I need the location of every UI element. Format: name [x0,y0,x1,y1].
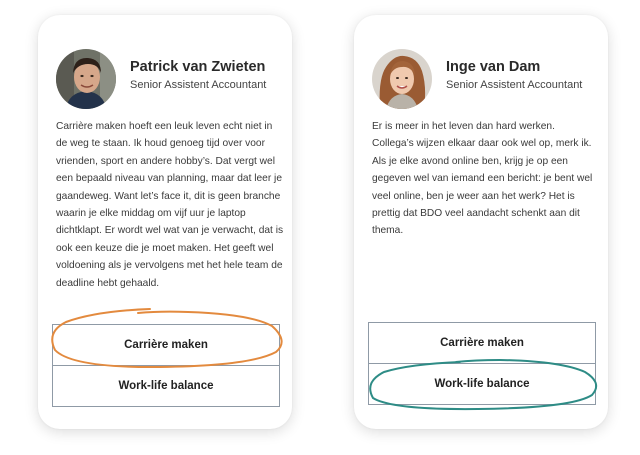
option-carriere-maken[interactable]: Carrière maken [369,323,595,363]
option-work-life-balance[interactable]: Work-life balance [53,365,279,406]
testimonial-card-inge: Inge van Dam Senior Assistent Accountant… [354,15,608,429]
option-list: Carrière maken Work-life balance [52,324,280,407]
person-name: Patrick van Zwieten [130,59,266,75]
testimonial-text: Carrière maken hoeft een leuk leven echt… [56,121,284,289]
person-role: Senior Assistent Accountant [130,79,267,91]
avatar-photo-inge [372,49,432,109]
person-role: Senior Assistent Accountant [446,79,583,91]
avatar-photo-patrick [56,49,116,109]
option-carriere-maken[interactable]: Carrière maken [53,325,279,365]
person-name: Inge van Dam [446,59,541,75]
avatar-inge [372,49,432,109]
testimonial-card-patrick: Patrick van Zwieten Senior Assistent Acc… [38,15,292,429]
option-list: Carrière maken Work-life balance [368,322,596,405]
avatar-patrick [56,49,116,109]
option-work-life-balance[interactable]: Work-life balance [369,363,595,404]
testimonial-text: Er is meer in het leven dan hard werken.… [372,121,593,237]
